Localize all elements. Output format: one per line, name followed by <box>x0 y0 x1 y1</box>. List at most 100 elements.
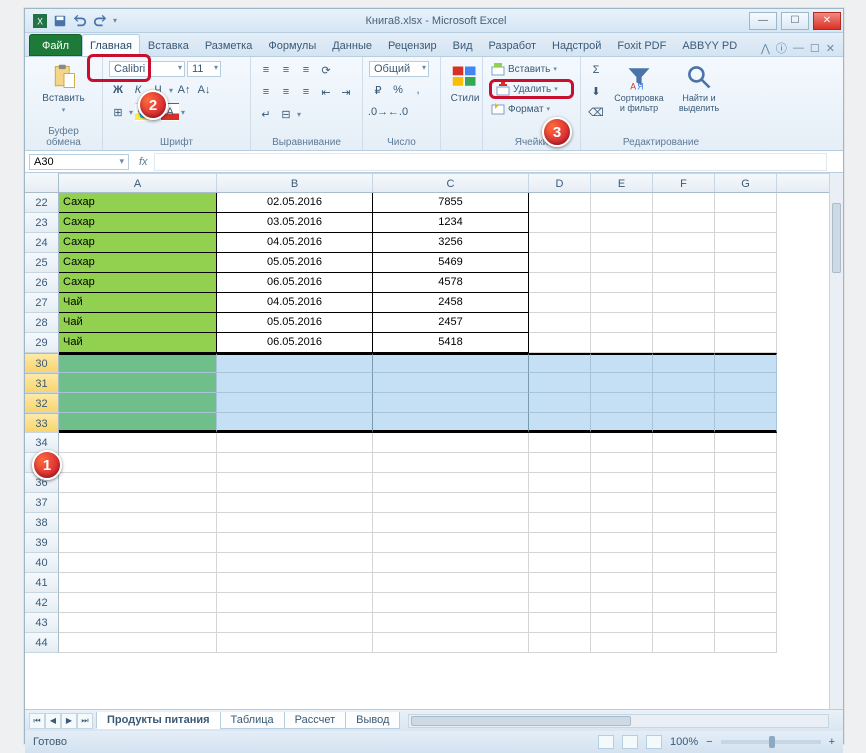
cell[interactable] <box>715 613 777 633</box>
cell[interactable] <box>653 493 715 513</box>
sheet-tab-0[interactable]: Продукты питания <box>96 712 221 729</box>
row-header[interactable]: 28 <box>25 313 59 333</box>
save-icon[interactable] <box>53 14 67 28</box>
cell[interactable] <box>591 613 653 633</box>
styles-button[interactable]: Стили <box>447 61 483 104</box>
col-header-c[interactable]: C <box>373 174 529 192</box>
cell[interactable]: Чай <box>59 293 217 313</box>
qat-customize-icon[interactable]: ▾ <box>113 16 117 25</box>
cell-grid[interactable]: Сахар02.05.20167855Сахар03.05.20161234Са… <box>59 193 829 709</box>
cell[interactable]: 04.05.2016 <box>217 233 373 253</box>
percent-icon[interactable]: % <box>389 81 407 99</box>
cell[interactable]: Сахар <box>59 253 217 273</box>
col-header-b[interactable]: B <box>217 174 373 192</box>
cell[interactable] <box>529 453 591 473</box>
cell[interactable] <box>373 533 529 553</box>
hscroll-thumb[interactable] <box>411 716 631 726</box>
row-header[interactable]: 24 <box>25 233 59 253</box>
align-center-icon[interactable]: ≡ <box>277 83 295 101</box>
cell[interactable] <box>217 473 373 493</box>
fill-icon[interactable]: ⬇ <box>587 82 605 100</box>
redo-icon[interactable] <box>93 14 107 28</box>
cell[interactable]: Сахар <box>59 273 217 293</box>
cell[interactable] <box>59 493 217 513</box>
cell[interactable]: 5418 <box>373 333 529 353</box>
formula-input[interactable] <box>154 153 827 171</box>
cell[interactable]: 05.05.2016 <box>217 313 373 333</box>
name-box[interactable]: A30 <box>29 154 129 170</box>
row-header[interactable]: 44 <box>25 633 59 653</box>
cell[interactable] <box>715 333 777 353</box>
cell[interactable] <box>59 613 217 633</box>
cell[interactable] <box>653 433 715 453</box>
wrap-text-icon[interactable]: ↵ <box>257 105 275 123</box>
sheet-nav-last[interactable]: ⏭ <box>77 713 93 729</box>
cell[interactable] <box>529 513 591 533</box>
cell[interactable] <box>529 193 591 213</box>
cell[interactable] <box>715 353 777 373</box>
cell[interactable] <box>653 593 715 613</box>
row-header[interactable]: 38 <box>25 513 59 533</box>
cell[interactable] <box>529 473 591 493</box>
row-header[interactable]: 25 <box>25 253 59 273</box>
align-left-icon[interactable]: ≡ <box>257 83 275 101</box>
zoom-slider[interactable] <box>721 740 821 744</box>
cell[interactable] <box>217 493 373 513</box>
cell[interactable] <box>59 373 217 393</box>
view-normal-button[interactable] <box>598 735 614 749</box>
merge-center-icon[interactable]: ⊟ <box>277 105 295 123</box>
row-header[interactable]: 27 <box>25 293 59 313</box>
cell[interactable] <box>653 293 715 313</box>
cell[interactable] <box>373 593 529 613</box>
cell[interactable] <box>715 493 777 513</box>
cell[interactable] <box>59 453 217 473</box>
zoom-in-button[interactable]: + <box>829 736 835 748</box>
font-name-dropdown[interactable]: Calibri <box>109 61 185 77</box>
sheet-nav-next[interactable]: ▶ <box>61 713 77 729</box>
cell[interactable] <box>715 633 777 653</box>
autosum-icon[interactable]: Σ <box>587 61 605 79</box>
tab-foxit[interactable]: Foxit PDF <box>609 34 674 56</box>
tab-formulas[interactable]: Формулы <box>260 34 324 56</box>
cell[interactable] <box>59 533 217 553</box>
cell[interactable] <box>653 353 715 373</box>
cell[interactable] <box>373 373 529 393</box>
font-shrink-icon[interactable]: A↓ <box>195 81 213 99</box>
cell[interactable] <box>591 253 653 273</box>
delete-cells-button[interactable]: Удалить ▾ <box>489 79 574 99</box>
cell[interactable] <box>653 413 715 433</box>
cell[interactable]: 04.05.2016 <box>217 293 373 313</box>
cell[interactable] <box>529 393 591 413</box>
cell[interactable] <box>217 593 373 613</box>
cell[interactable] <box>715 253 777 273</box>
cell[interactable] <box>653 373 715 393</box>
cell[interactable] <box>653 633 715 653</box>
cell[interactable] <box>715 413 777 433</box>
cell[interactable] <box>217 553 373 573</box>
mdi-restore-icon[interactable]: ☐ <box>810 42 820 55</box>
cell[interactable] <box>591 333 653 353</box>
cell[interactable] <box>591 553 653 573</box>
cell[interactable] <box>591 453 653 473</box>
row-header[interactable]: 26 <box>25 273 59 293</box>
col-header-a[interactable]: A <box>59 174 217 192</box>
row-header[interactable]: 39 <box>25 533 59 553</box>
sheet-tab-2[interactable]: Рассчет <box>284 712 347 729</box>
cell[interactable] <box>373 573 529 593</box>
col-header-g[interactable]: G <box>715 174 777 192</box>
sheet-tab-1[interactable]: Таблица <box>220 712 285 729</box>
border-button[interactable]: ⊞ <box>109 103 127 121</box>
cell[interactable] <box>59 473 217 493</box>
ribbon-minimize-icon[interactable]: ⋀ <box>761 42 770 55</box>
cell[interactable] <box>653 393 715 413</box>
dec-decimal-icon[interactable]: ←.0 <box>389 103 407 121</box>
cell[interactable] <box>217 433 373 453</box>
cell[interactable] <box>591 233 653 253</box>
tab-data[interactable]: Данные <box>324 34 380 56</box>
row-header[interactable]: 43 <box>25 613 59 633</box>
cell[interactable] <box>529 433 591 453</box>
cell[interactable]: 7855 <box>373 193 529 213</box>
cell[interactable]: Сахар <box>59 213 217 233</box>
minimize-button[interactable]: — <box>749 12 777 30</box>
cell[interactable] <box>529 593 591 613</box>
